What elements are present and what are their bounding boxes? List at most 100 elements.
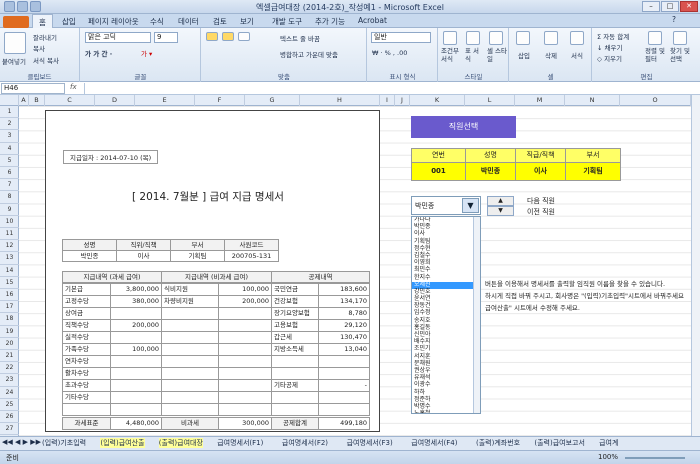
copy-button[interactable]: 복사 xyxy=(33,43,45,53)
delete-cells-icon[interactable] xyxy=(544,31,558,45)
font-color-button[interactable]: 가 ▾ xyxy=(141,48,152,58)
list-scrollbar[interactable] xyxy=(473,217,480,413)
fill-button[interactable]: ↓ 채우기 xyxy=(597,42,622,52)
bold-button[interactable]: 가 가 간 · xyxy=(85,48,112,58)
row-header[interactable]: 26 xyxy=(0,411,19,424)
column-header[interactable]: A xyxy=(19,95,29,106)
row-header[interactable]: 9 xyxy=(0,204,19,216)
sheet-tab[interactable]: 급여명세서(F4) xyxy=(411,438,457,448)
sheet-tab[interactable]: (출력)계좌번호 xyxy=(476,438,520,448)
column-header[interactable]: L xyxy=(465,95,515,106)
cell-style-icon[interactable] xyxy=(489,31,503,45)
row-header[interactable]: 10 xyxy=(0,216,19,228)
row-header[interactable]: 18 xyxy=(0,313,19,326)
sheet-tab[interactable]: (출력)급여보고서 xyxy=(534,438,585,448)
staff-select-button[interactable]: 직원선택 xyxy=(411,116,516,138)
column-header[interactable]: D xyxy=(95,95,135,106)
row-header[interactable]: 20 xyxy=(0,338,19,350)
sheet-tab[interactable]: 급여명세서(F2) xyxy=(282,438,328,448)
table-format-button[interactable]: 표 서식 xyxy=(465,47,483,63)
cut-button[interactable]: 잘라내기 xyxy=(33,32,57,42)
wrap-text-button[interactable]: 텍스트 줄 바꿈 xyxy=(280,33,320,43)
cond-format-icon[interactable] xyxy=(443,31,457,45)
vertical-scrollbar[interactable] xyxy=(691,95,700,436)
font-size-select[interactable]: 9 xyxy=(154,32,178,43)
row-header[interactable]: 24 xyxy=(0,387,19,399)
column-header[interactable]: G xyxy=(245,95,300,106)
column-header[interactable]: E xyxy=(135,95,195,106)
find-select-icon[interactable] xyxy=(673,31,687,45)
row-header[interactable]: 21 xyxy=(0,350,19,363)
column-header[interactable]: J xyxy=(395,95,410,106)
help-icon[interactable]: ? xyxy=(672,15,676,24)
delete-cells-button[interactable]: 삭제 xyxy=(545,50,557,60)
fx-icon[interactable]: fx xyxy=(70,83,77,91)
column-header[interactable]: C xyxy=(45,95,95,106)
tab-acrobat[interactable]: Acrobat xyxy=(358,16,387,25)
cell-style-button[interactable]: 셀 스타일 xyxy=(487,47,507,63)
sheet-tab[interactable]: (출력)급여대장 xyxy=(158,438,203,448)
row-header[interactable]: 27 xyxy=(0,423,19,436)
tab-insert[interactable]: 삽입 xyxy=(62,16,76,27)
row-header[interactable]: 25 xyxy=(0,399,19,411)
sheet-tab[interactable]: 급여계 xyxy=(599,438,618,448)
tab-data[interactable]: 데이터 xyxy=(178,16,199,27)
list-item[interactable]: 노홍철 xyxy=(412,410,480,413)
tab-review[interactable]: 검토 xyxy=(213,16,227,27)
format-cells-button[interactable]: 서식 xyxy=(571,50,583,60)
tab-formulas[interactable]: 수식 xyxy=(150,16,164,27)
maximize-button[interactable]: □ xyxy=(661,1,679,12)
row-header[interactable]: 14 xyxy=(0,265,19,277)
autosum-button[interactable]: Σ 자동 합계 xyxy=(597,31,629,41)
column-header[interactable]: M xyxy=(515,95,565,106)
row-header[interactable]: 11 xyxy=(0,228,19,241)
number-format-select[interactable]: 일반 xyxy=(371,32,431,43)
employee-combo[interactable]: 박민종 ▼ xyxy=(411,196,481,215)
select-all-corner[interactable] xyxy=(0,95,19,106)
row-header[interactable]: 16 xyxy=(0,289,19,302)
tab-addins[interactable]: 추가 기능 xyxy=(315,16,345,27)
paste-icon[interactable] xyxy=(4,32,26,54)
sort-filter-icon[interactable] xyxy=(648,31,662,45)
table-format-icon[interactable] xyxy=(466,31,480,45)
row-header[interactable]: 13 xyxy=(0,252,19,265)
clear-button[interactable]: ◇ 지우기 xyxy=(597,53,622,63)
column-header[interactable]: O xyxy=(620,95,691,106)
tab-home[interactable]: 홈 xyxy=(32,14,53,29)
format-painter-button[interactable]: 서식 복사 xyxy=(33,55,59,65)
column-header[interactable]: F xyxy=(195,95,245,106)
cond-format-button[interactable]: 조건부 서식 xyxy=(441,47,461,63)
tab-developer[interactable]: 개발 도구 xyxy=(272,16,302,27)
office-button[interactable] xyxy=(3,16,29,28)
align-middle-icon[interactable] xyxy=(222,32,234,41)
row-header[interactable]: 7 xyxy=(0,179,19,192)
row-header[interactable]: 8 xyxy=(0,191,19,204)
paste-button[interactable]: 붙여넣기 xyxy=(2,56,26,66)
align-top-icon[interactable] xyxy=(206,32,218,41)
row-header[interactable]: 6 xyxy=(0,167,19,180)
currency-button[interactable]: ₩ · % , .00 xyxy=(372,49,407,57)
font-name-select[interactable]: 맑은 고딕 xyxy=(85,32,151,43)
minimize-button[interactable]: – xyxy=(642,1,660,12)
insert-cells-button[interactable]: 삽입 xyxy=(518,50,530,60)
sort-filter-button[interactable]: 정렬 및 필터 xyxy=(645,47,667,63)
chevron-down-icon[interactable]: ▼ xyxy=(462,198,479,213)
insert-cells-icon[interactable] xyxy=(516,31,530,45)
sheet-nav-arrows[interactable]: ◀◀ ◀ ▶ ▶▶ xyxy=(2,438,41,446)
merge-center-button[interactable]: 병합하고 가운데 맞춤 xyxy=(280,49,338,59)
column-header[interactable]: I xyxy=(380,95,395,106)
tab-page-layout[interactable]: 페이지 레이아웃 xyxy=(88,16,139,27)
spin-down-button[interactable]: ▼ xyxy=(487,206,514,216)
row-header[interactable]: 23 xyxy=(0,374,19,387)
align-bottom-icon[interactable] xyxy=(238,32,250,41)
close-button[interactable]: ✕ xyxy=(680,1,698,12)
row-header[interactable]: 12 xyxy=(0,240,19,253)
row-header[interactable]: 5 xyxy=(0,155,19,167)
spin-up-button[interactable]: ▲ xyxy=(487,196,514,206)
row-header[interactable]: 1 xyxy=(0,106,19,119)
column-header[interactable]: N xyxy=(565,95,620,106)
row-header[interactable]: 2 xyxy=(0,118,19,131)
formula-input[interactable] xyxy=(84,83,696,94)
column-header[interactable]: H xyxy=(300,95,380,106)
sheet-tab[interactable]: (입력)기초입력 xyxy=(42,438,86,448)
